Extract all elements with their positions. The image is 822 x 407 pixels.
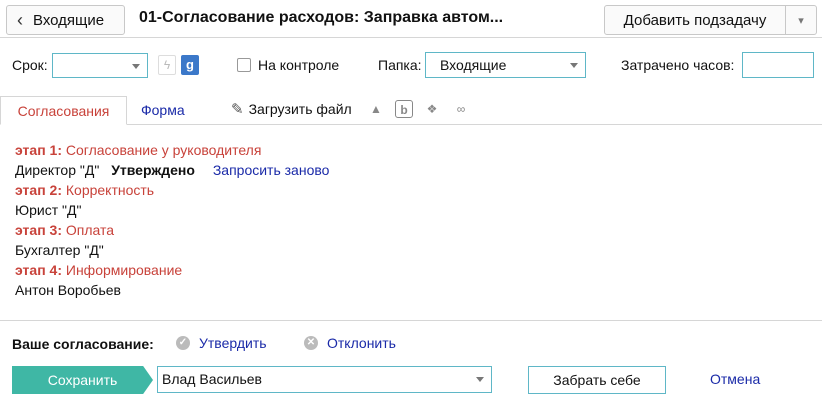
stage-name: Оплата bbox=[65, 222, 115, 238]
stage-number: этап 1: bbox=[15, 142, 62, 158]
stage-name: Информирование bbox=[65, 262, 183, 278]
stage-approver: Директор "Д" bbox=[15, 162, 100, 178]
stage-name: Корректность bbox=[65, 182, 155, 198]
stage-number: этап 4: bbox=[15, 262, 62, 278]
assignee-value: Влад Васильев bbox=[162, 371, 262, 387]
approve-button[interactable]: ✓ Утвердить bbox=[176, 335, 267, 351]
control-label: На контроле bbox=[258, 57, 340, 73]
chevron-down-icon bbox=[132, 64, 140, 69]
chevron-down-icon bbox=[570, 63, 578, 68]
tab-form[interactable]: Форма bbox=[141, 102, 185, 118]
stage-header: этап 2: Корректность bbox=[15, 180, 329, 200]
folder-value: Входящие bbox=[440, 57, 507, 73]
add-subtask-label[interactable]: Добавить подзадачу bbox=[605, 6, 786, 34]
task-title: 01-Согласование расходов: Заправка автом… bbox=[139, 9, 504, 26]
header: ‹ Входящие 01-Согласование расходов: Зап… bbox=[0, 0, 822, 38]
box-icon[interactable]: b bbox=[395, 100, 413, 118]
hours-label: Затрачено часов: bbox=[621, 57, 735, 73]
due-label: Срок: bbox=[12, 57, 48, 73]
google-drive-icon[interactable]: ▲ bbox=[367, 100, 385, 118]
your-approval-label: Ваше согласование: bbox=[12, 336, 154, 352]
approval-stages: этап 1: Согласование у руководителя Дире… bbox=[15, 140, 329, 300]
reject-label: Отклонить bbox=[327, 335, 396, 351]
chevron-down-icon[interactable]: ▾ bbox=[786, 6, 816, 34]
stage-header: этап 4: Информирование bbox=[15, 260, 329, 280]
stage-approver-row: Директор "Д" Утверждено Запросить заново bbox=[15, 160, 329, 180]
back-button[interactable]: ‹ Входящие bbox=[6, 5, 125, 35]
due-date-select[interactable] bbox=[52, 53, 148, 78]
stage-header: этап 1: Согласование у руководителя bbox=[15, 140, 329, 160]
save-button[interactable]: Сохранить bbox=[12, 366, 153, 394]
link-icon[interactable]: ∞ bbox=[452, 100, 470, 118]
stage-approver: Бухгалтер "Д" bbox=[15, 242, 104, 258]
cancel-link[interactable]: Отмена bbox=[710, 371, 760, 387]
stage-header: этап 3: Оплата bbox=[15, 220, 329, 240]
stage-approver: Антон Воробьев bbox=[15, 282, 121, 298]
add-subtask-button[interactable]: Добавить подзадачу ▾ bbox=[604, 5, 817, 35]
tab-approvals[interactable]: Согласования bbox=[0, 96, 127, 125]
upload-file-button[interactable]: ✎ Загрузить файл bbox=[231, 100, 352, 118]
stage-number: этап 2: bbox=[15, 182, 62, 198]
stage-number: этап 3: bbox=[15, 222, 62, 238]
upload-file-label: Загрузить файл bbox=[248, 101, 352, 117]
back-button-label: Входящие bbox=[33, 11, 105, 29]
chevron-down-icon bbox=[476, 377, 484, 382]
folder-select[interactable]: Входящие bbox=[425, 52, 586, 78]
flash-icon[interactable]: ϟ bbox=[158, 55, 176, 75]
re-request-link[interactable]: Запросить заново bbox=[213, 162, 330, 178]
paperclip-icon: ✎ bbox=[231, 101, 244, 118]
stage-approver: Юрист "Д" bbox=[15, 202, 82, 218]
google-icon[interactable]: g bbox=[181, 55, 199, 75]
assignee-select[interactable]: Влад Васильев bbox=[157, 366, 492, 393]
chevron-left-icon: ‹ bbox=[17, 10, 23, 30]
control-checkbox[interactable] bbox=[237, 58, 251, 72]
bottom-divider bbox=[0, 320, 822, 321]
take-task-button[interactable]: Забрать себе bbox=[528, 366, 666, 394]
stage-status: Утверждено bbox=[111, 162, 195, 178]
hours-input[interactable] bbox=[742, 52, 814, 78]
check-circle-icon: ✓ bbox=[176, 336, 190, 350]
folder-label: Папка: bbox=[378, 57, 422, 73]
stage-name: Согласование у руководителя bbox=[65, 142, 262, 158]
x-circle-icon: ✕ bbox=[304, 336, 318, 350]
approve-label: Утвердить bbox=[199, 335, 267, 351]
dropbox-icon[interactable]: ❖ bbox=[423, 100, 441, 118]
reject-button[interactable]: ✕ Отклонить bbox=[304, 335, 396, 351]
